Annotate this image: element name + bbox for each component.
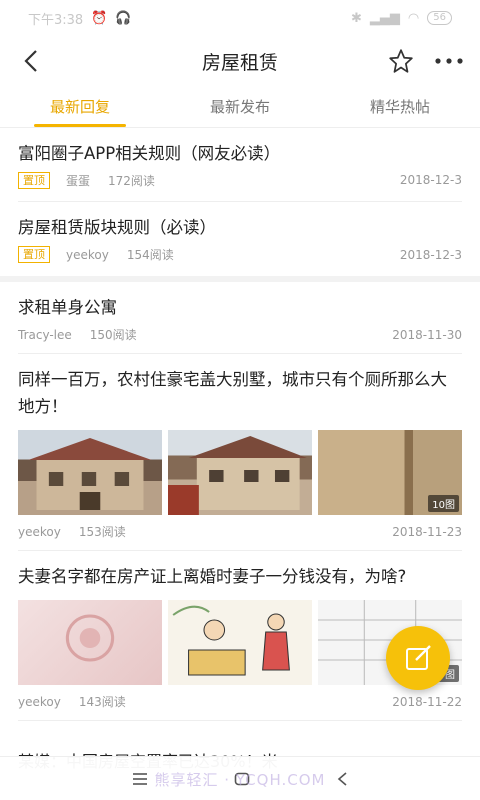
more-button[interactable] xyxy=(432,44,466,78)
tab-latest-posts[interactable]: 最新发布 xyxy=(160,86,320,127)
post-author: 蛋蛋 xyxy=(66,173,91,188)
post-views: 150阅读 xyxy=(89,328,137,342)
post-date: 2018-11-22 xyxy=(392,694,462,709)
post-date: 2018-12-3 xyxy=(399,173,462,187)
headphones-icon: 🎧 xyxy=(115,10,132,26)
menu-icon[interactable] xyxy=(132,772,148,785)
status-time: 下午3:38 xyxy=(28,12,84,28)
post-date: 2018-12-3 xyxy=(399,247,462,262)
pinned-badge: 置顶 xyxy=(18,246,50,263)
post-title: 富阳圈子APP相关规则（网友必读） xyxy=(18,143,281,163)
compose-button[interactable] xyxy=(386,626,450,690)
post-date: 2018-11-23 xyxy=(392,524,462,539)
post-author: yeekoy xyxy=(18,694,61,709)
post-title: 同样一百万，农村住豪宅盖大别墅，城市只有个厕所那么大地方！ xyxy=(18,370,447,416)
post-date: 2018-11-30 xyxy=(392,327,462,342)
post-author: yeekoy xyxy=(66,247,109,262)
more-dots-icon xyxy=(435,58,463,64)
post-views: 172阅读 xyxy=(108,173,155,188)
star-icon xyxy=(389,49,413,73)
back-nav-icon[interactable] xyxy=(336,771,348,786)
villa-image[interactable] xyxy=(168,430,312,515)
post-views: 153阅读 xyxy=(78,525,126,539)
wifi-icon: ◠ xyxy=(407,10,420,26)
interior-image[interactable]: 10图 xyxy=(318,430,462,515)
tab-bar: 最新回复 最新发布 精华热帖 xyxy=(0,86,480,128)
post-views: 143阅读 xyxy=(78,695,126,709)
home-icon[interactable] xyxy=(234,772,250,786)
system-nav-bar xyxy=(0,756,480,800)
post-views: 154阅读 xyxy=(126,248,174,262)
app-bar: 房屋租赁 xyxy=(0,36,480,86)
back-arrow-icon xyxy=(24,50,37,72)
post-author: Tracy-lee xyxy=(18,327,72,342)
favorite-button[interactable] xyxy=(384,44,418,78)
edit-icon xyxy=(406,645,431,670)
signal-icon: ▂▄▆ xyxy=(369,10,400,26)
feed-post[interactable]: 同样一百万，农村住豪宅盖大别墅，城市只有个厕所那么大地方！ 10图 yeekoy… xyxy=(18,354,462,551)
pinned-post[interactable]: 富阳圈子APP相关规则（网友必读） 置顶 蛋蛋 172阅读 2018-12-3 xyxy=(18,128,462,202)
alarm-icon: ⏰ xyxy=(91,10,108,26)
villa-image[interactable] xyxy=(18,430,162,515)
back-button[interactable] xyxy=(14,44,48,78)
tab-featured[interactable]: 精华热帖 xyxy=(320,86,480,127)
image-count: 10图 xyxy=(428,495,459,512)
feed-post[interactable]: 求租单身公寓 Tracy-lee 150阅读 2018-11-30 xyxy=(18,282,462,354)
post-title: 房屋租赁版块规则（必读） xyxy=(18,218,216,237)
status-bar: 下午3:38 ⏰ 🎧 ✱ ▂▄▆ ◠ 56 xyxy=(0,0,480,36)
pinned-badge: 置顶 xyxy=(18,171,50,189)
pinned-post[interactable]: 房屋租赁版块规则（必读） 置顶 yeekoy 154阅读 2018-12-3 xyxy=(18,202,462,276)
pinned-list: 富阳圈子APP相关规则（网友必读） 置顶 蛋蛋 172阅读 2018-12-3 … xyxy=(0,128,480,276)
cartoon-image[interactable] xyxy=(168,600,312,685)
post-title: 夫妻名字都在房产证上离婚时妻子一分钱没有，为啥? xyxy=(18,567,407,586)
certificate-image[interactable] xyxy=(18,600,162,685)
post-title: 求租单身公寓 xyxy=(18,298,117,317)
bluetooth-icon: ✱ xyxy=(351,10,362,26)
battery-indicator: 56 xyxy=(427,11,452,25)
post-author: yeekoy xyxy=(18,524,61,539)
tab-latest-reply[interactable]: 最新回复 xyxy=(0,86,160,127)
